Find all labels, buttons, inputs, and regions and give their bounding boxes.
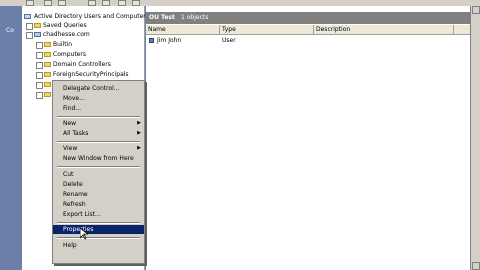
menu-separator [57, 166, 140, 168]
menu-item-label: Help [63, 242, 77, 249]
folder-icon [44, 42, 51, 47]
menu-item-label: Properties [63, 226, 94, 233]
submenu-arrow-icon: ▶ [137, 120, 141, 126]
menu-item-help[interactable]: Help [53, 241, 144, 250]
desktop-strip [0, 6, 22, 270]
menu-item-new[interactable]: New ▶ [53, 119, 144, 128]
submenu-arrow-icon: ▶ [137, 145, 141, 151]
menu-item-refresh[interactable]: Refresh [53, 200, 144, 209]
menu-item-label: Cut [63, 171, 74, 178]
menu-item-new-window[interactable]: New Window from Here [53, 154, 144, 163]
tree-item-label: chadhesse.com [43, 31, 90, 38]
menu-item-label: Delegate Control... [63, 85, 120, 92]
column-header-description[interactable]: Description [314, 25, 454, 34]
details-pane[interactable] [146, 6, 470, 270]
domain-icon [34, 32, 41, 37]
menu-item-label: Move... [63, 95, 85, 102]
table-row[interactable]: Jim John User [146, 36, 470, 45]
context-menu: Delegate Control... Move... Find... New ▶… [52, 80, 145, 264]
menu-item-properties[interactable]: Properties [53, 225, 144, 234]
details-header: OU Test 1 objects [146, 12, 470, 24]
expand-icon[interactable] [36, 62, 43, 69]
scroll-up-icon[interactable] [472, 6, 480, 14]
tree-item-label: Builtin [53, 41, 73, 48]
expand-icon[interactable] [36, 42, 43, 49]
directory-icon [24, 14, 31, 19]
tree-item-label: Saved Queries [43, 22, 87, 29]
menu-item-all-tasks[interactable]: All Tasks ▶ [53, 129, 144, 138]
menu-item-move[interactable]: Move... [53, 94, 144, 103]
cell-name: Jim John [157, 37, 182, 44]
menu-separator [57, 141, 140, 143]
menu-item-label: All Tasks [63, 130, 89, 137]
folder-icon [34, 23, 41, 28]
menu-item-delegate-control[interactable]: Delegate Control... [53, 84, 144, 93]
expand-icon[interactable] [36, 92, 43, 99]
column-header-name[interactable]: Name [146, 25, 220, 34]
column-header-type[interactable]: Type [220, 25, 314, 34]
tree-item-label: Active Directory Users and Computer [34, 13, 146, 20]
folder-icon [44, 92, 51, 97]
object-count: 1 objects [181, 14, 209, 21]
menu-item-label: Find... [63, 105, 82, 112]
menu-item-label: View [63, 145, 78, 152]
mouse-pointer-icon [80, 228, 88, 240]
submenu-arrow-icon: ▶ [137, 130, 141, 136]
menu-item-view[interactable]: View ▶ [53, 144, 144, 153]
expand-icon[interactable] [36, 82, 43, 89]
menu-item-cut[interactable]: Cut [53, 170, 144, 179]
menu-item-export-list[interactable]: Export List... [53, 210, 144, 219]
tree-item-label: Computers [53, 51, 86, 58]
scrollbar[interactable] [470, 6, 480, 270]
menu-item-label: Rename [63, 191, 88, 198]
menu-item-label: Refresh [63, 201, 86, 208]
folder-icon [44, 72, 51, 77]
tree-item-label: ForeignSecurityPrincipals [53, 71, 129, 78]
menu-separator [57, 237, 140, 239]
tree-item-label: Domain Controllers [53, 61, 111, 68]
scroll-down-icon[interactable] [472, 262, 480, 270]
menu-item-label: Delete [63, 181, 83, 188]
menu-item-rename[interactable]: Rename [53, 190, 144, 199]
folder-icon [44, 52, 51, 57]
menu-item-label: New Window from Here [63, 155, 134, 162]
cell-type: User [222, 37, 236, 44]
connection-label: Co [6, 27, 14, 34]
menu-item-label: Export List... [63, 211, 101, 218]
folder-icon [44, 62, 51, 67]
expand-icon[interactable] [26, 23, 33, 30]
expand-icon[interactable] [36, 52, 43, 59]
user-icon [149, 38, 154, 43]
expand-icon[interactable] [36, 72, 43, 79]
menu-separator [57, 222, 140, 224]
folder-icon [44, 82, 51, 87]
collapse-icon[interactable] [26, 32, 33, 39]
menu-item-delete[interactable]: Delete [53, 180, 144, 189]
container-title: OU Test [149, 14, 175, 21]
menu-separator [57, 116, 140, 118]
menu-item-find[interactable]: Find... [53, 104, 144, 113]
column-headers: Name Type Description [146, 25, 470, 35]
menu-item-label: New [63, 120, 77, 127]
